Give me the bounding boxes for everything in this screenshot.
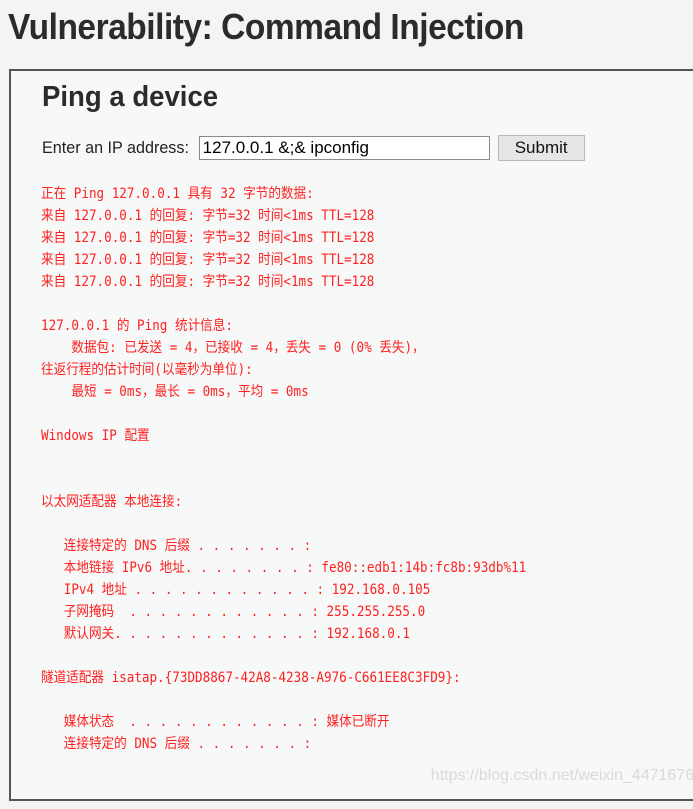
output-line: 子网掩码 . . . . . . . . . . . . : 255.255.2… bbox=[41, 604, 426, 620]
output-line: 默认网关. . . . . . . . . . . . . : 192.168.… bbox=[41, 626, 411, 642]
output-line: 以太网适配器 本地连接: bbox=[41, 494, 183, 510]
output-line: 最短 = 0ms，最长 = 0ms，平均 = 0ms bbox=[41, 384, 309, 400]
page-title: Vulnerability: Command Injection bbox=[8, 6, 524, 47]
output-line: 往返行程的估计时间(以毫秒为单位): bbox=[41, 362, 253, 378]
command-output: 正在 Ping 127.0.0.1 具有 32 字节的数据: 来自 127.0.0… bbox=[41, 183, 526, 755]
output-line: 来自 127.0.0.1 的回复: 字节=32 时间<1ms TTL=128 bbox=[41, 274, 375, 290]
output-line: 来自 127.0.0.1 的回复: 字节=32 时间<1ms TTL=128 bbox=[41, 208, 375, 224]
output-line: 正在 Ping 127.0.0.1 具有 32 字节的数据: bbox=[41, 186, 314, 202]
ping-form: Enter an IP address: Submit bbox=[42, 135, 585, 161]
output-line: 连接特定的 DNS 后缀 . . . . . . . : bbox=[41, 538, 312, 554]
output-line: 媒体状态 . . . . . . . . . . . . : 媒体已断开 bbox=[41, 714, 390, 730]
watermark: https://blog.csdn.net/weixin_44716769 bbox=[430, 767, 693, 784]
output-line: 数据包: 已发送 = 4，已接收 = 4，丢失 = 0 (0% 丢失)， bbox=[41, 340, 425, 356]
output-line: 来自 127.0.0.1 的回复: 字节=32 时间<1ms TTL=128 bbox=[41, 252, 375, 268]
section-title: Ping a device bbox=[42, 81, 219, 113]
output-line: 连接特定的 DNS 后缀 . . . . . . . : bbox=[41, 736, 312, 752]
output-line: 来自 127.0.0.1 的回复: 字节=32 时间<1ms TTL=128 bbox=[41, 230, 375, 246]
output-line: Windows IP 配置 bbox=[41, 428, 150, 444]
submit-button[interactable]: Submit bbox=[497, 135, 585, 161]
output-line: 本地链接 IPv6 地址. . . . . . . . : fe80::edb1… bbox=[41, 560, 527, 576]
ip-address-label: Enter an IP address: bbox=[42, 138, 189, 157]
output-line: 隧道适配器 isatap.{73DD8867-42A8-4238-A976-C6… bbox=[41, 670, 461, 686]
vulnerable-code-area: Ping a device Enter an IP address: Submi… bbox=[9, 69, 693, 801]
ip-address-input[interactable] bbox=[198, 136, 490, 160]
output-line: IPv4 地址 . . . . . . . . . . . . : 192.16… bbox=[41, 582, 431, 598]
output-line: 127.0.0.1 的 Ping 统计信息: bbox=[41, 318, 233, 334]
